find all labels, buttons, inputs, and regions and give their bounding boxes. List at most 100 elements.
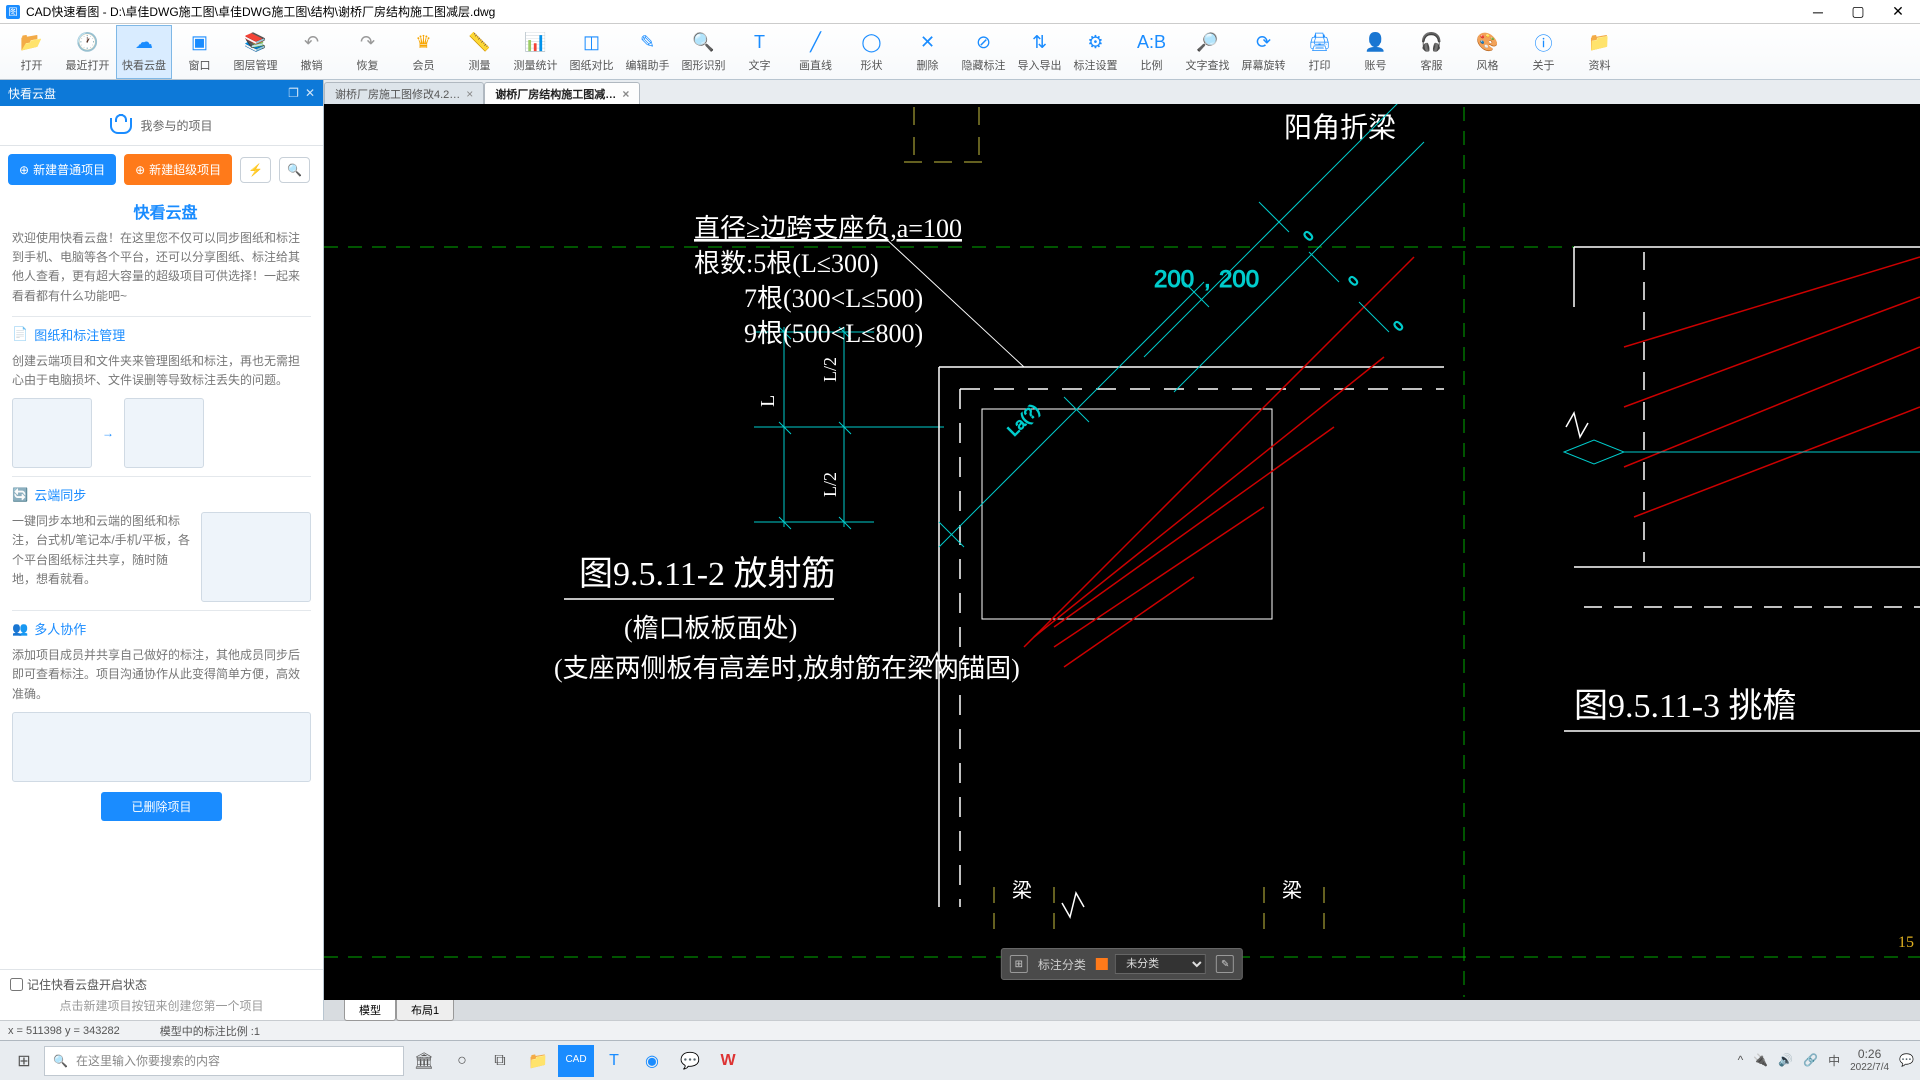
sidebar-header: 快看云盘 ❐ ✕: [0, 80, 323, 106]
news-icon[interactable]: 🏛: [406, 1045, 442, 1077]
rotate-icon: ⟳: [1252, 31, 1276, 55]
tool-about[interactable]: ⓘ关于: [1516, 25, 1572, 79]
model-tab[interactable]: 模型: [344, 999, 396, 1021]
tool-hide[interactable]: ⊘隐藏标注: [956, 25, 1012, 79]
tab-close-icon[interactable]: ×: [622, 87, 629, 101]
new-normal-project-button[interactable]: ⊕ 新建普通项目: [8, 154, 116, 185]
tool-label: 最近打开: [66, 57, 110, 73]
drawing-viewport[interactable]: 阳角折梁 L L/2 L/2 直径≥边跨支座负,a=100 根数:5根(L≤30…: [324, 104, 1920, 1000]
search-button[interactable]: 🔍: [279, 157, 310, 183]
new-super-project-button[interactable]: ⊕ 新建超级项目: [124, 154, 232, 185]
start-button[interactable]: ⊞: [6, 1045, 42, 1077]
tool-window[interactable]: ▣窗口: [172, 25, 228, 79]
tool-undo[interactable]: ↶撤销: [284, 25, 340, 79]
sidebar-tab-projects[interactable]: 我参与的项目: [0, 106, 323, 146]
cortana-icon[interactable]: ○: [444, 1045, 480, 1077]
tool-res[interactable]: 📁资料: [1572, 25, 1628, 79]
sidebar-close-icon[interactable]: ✕: [305, 86, 315, 100]
tray-ime-label[interactable]: 中: [1828, 1052, 1840, 1069]
maximize-button[interactable]: ▢: [1842, 2, 1874, 22]
tool-label: 编辑助手: [626, 57, 670, 73]
ocr-icon: 🔍: [692, 31, 716, 55]
tool-label: 风格: [1477, 57, 1499, 73]
tray-volume-icon[interactable]: 🔊: [1778, 1053, 1793, 1067]
taskview-icon[interactable]: ⧉: [482, 1045, 518, 1077]
tool-scale[interactable]: A:B比例: [1124, 25, 1180, 79]
anno-edit-icon[interactable]: ✎: [1216, 955, 1234, 973]
taskbar-search[interactable]: 🔍 在这里输入你要搜索的内容: [44, 1046, 404, 1076]
tool-label: 资料: [1589, 57, 1611, 73]
tray-clock[interactable]: 0:26 2022/7/4: [1850, 1047, 1889, 1073]
document-tab[interactable]: 谢桥厂房施工图修改4.2…×: [324, 82, 484, 104]
explorer-icon[interactable]: 📁: [520, 1045, 556, 1077]
svg-text:0: 0: [1300, 227, 1317, 244]
anno-grid-icon[interactable]: ⊞: [1010, 955, 1028, 973]
tool-cloud[interactable]: ☁快看云盘: [116, 25, 172, 79]
sidebar-title: 快看云盘: [8, 85, 56, 102]
system-tray[interactable]: ^ 🔌 🔊 🔗 中 0:26 2022/7/4 💬: [1738, 1047, 1914, 1073]
cloud-icon: [110, 118, 132, 134]
tool-rotate[interactable]: ⟳ 屏幕旋转: [1236, 25, 1292, 79]
tool-find[interactable]: 🔎文字查找: [1180, 25, 1236, 79]
tool-shape[interactable]: ◯形状: [844, 25, 900, 79]
measure-icon: 📏: [468, 31, 492, 55]
section-collab-body: 添加项目成员并共享自己做好的标注，其他成员同步后即可查看标注。项目沟通协作从此变…: [12, 646, 311, 704]
tool-io[interactable]: ⇅导入导出: [1012, 25, 1068, 79]
delete-icon: ✕: [916, 31, 940, 55]
svg-text:0: 0: [1390, 317, 1407, 334]
tray-power-icon[interactable]: 🔌: [1753, 1053, 1768, 1067]
tool-line[interactable]: ╱画直线: [788, 25, 844, 79]
svg-text:L: L: [757, 395, 779, 407]
anno-category-select[interactable]: 未分类: [1115, 954, 1206, 974]
svg-text:7根(300<L≤500): 7根(300<L≤500): [744, 284, 923, 313]
tool-account[interactable]: 👤账号: [1348, 25, 1404, 79]
wechat-icon[interactable]: 💬: [672, 1045, 708, 1077]
minimize-button[interactable]: ─: [1802, 2, 1834, 22]
tool-compare[interactable]: ◫图纸对比: [564, 25, 620, 79]
ruler-value: 15: [1898, 934, 1914, 952]
svg-text:L/2: L/2: [820, 472, 840, 497]
annotation-toolbar[interactable]: ⊞ 标注分类 未分类 ✎: [1001, 948, 1243, 980]
tool-label: 文字查找: [1186, 57, 1230, 73]
tool-print[interactable]: 🖨打印: [1292, 25, 1348, 79]
tool-recent[interactable]: 🕐最近打开: [60, 25, 116, 79]
window-title: CAD快速看图 - D:\卓佳DWG施工图\卓佳DWG施工图\结构\谢桥厂房结构…: [26, 3, 495, 20]
tray-chevron-icon[interactable]: ^: [1738, 1053, 1744, 1067]
edge-icon[interactable]: ◉: [634, 1045, 670, 1077]
tray-notifications-icon[interactable]: 💬: [1899, 1053, 1914, 1067]
tool-layer[interactable]: 📚图层管理: [228, 25, 284, 79]
cad-app-icon[interactable]: CAD: [558, 1045, 594, 1077]
tool-vip[interactable]: ♛会员: [396, 25, 452, 79]
tool-open[interactable]: 📂打开: [4, 25, 60, 79]
tool-label: 画直线: [799, 57, 832, 73]
tool-measure[interactable]: 📏测量: [452, 25, 508, 79]
document-tab[interactable]: 谢桥厂房结构施工图减…×: [484, 82, 640, 104]
tool-label: 打开: [21, 57, 43, 73]
hide-icon: ⊘: [972, 31, 996, 55]
tool-edit[interactable]: ✎编辑助手: [620, 25, 676, 79]
model-layout-tabs: 模型布局1: [324, 1000, 1920, 1020]
tab-close-icon[interactable]: ×: [466, 87, 473, 101]
tool-support[interactable]: 🎧客服: [1404, 25, 1460, 79]
close-button[interactable]: ✕: [1882, 2, 1914, 22]
tool-text[interactable]: T文字: [732, 25, 788, 79]
tool-label: 屏幕旋转: [1242, 57, 1286, 73]
tool-delete[interactable]: ✕删除: [900, 25, 956, 79]
refresh-button[interactable]: ⚡: [240, 157, 271, 183]
tool-ocr[interactable]: 🔍图形识别: [676, 25, 732, 79]
tool-mstat[interactable]: 📊测量统计: [508, 25, 564, 79]
cloud-sidebar: 快看云盘 ❐ ✕ 我参与的项目 ⊕ 新建普通项目 ⊕ 新建超级项目 ⚡ 🔍 快看…: [0, 80, 324, 1020]
tool-mset[interactable]: ⚙标注设置: [1068, 25, 1124, 79]
svg-text:根数:5根(L≤300): 根数:5根(L≤300): [694, 249, 879, 278]
app-icon-t[interactable]: T: [596, 1045, 632, 1077]
deleted-projects-button[interactable]: 已删除项目: [101, 792, 221, 821]
wps-icon[interactable]: W: [710, 1045, 746, 1077]
sidebar-detach-icon[interactable]: ❐: [288, 86, 299, 100]
remember-state-checkbox[interactable]: 记住快看云盘开启状态: [10, 976, 313, 993]
svg-text:,: ,: [1204, 266, 1211, 293]
model-tab[interactable]: 布局1: [396, 999, 454, 1021]
tool-style[interactable]: 🎨风格: [1460, 25, 1516, 79]
tool-redo[interactable]: ↷恢复: [340, 25, 396, 79]
tray-network-icon[interactable]: 🔗: [1803, 1053, 1818, 1067]
tool-label: 会员: [413, 57, 435, 73]
